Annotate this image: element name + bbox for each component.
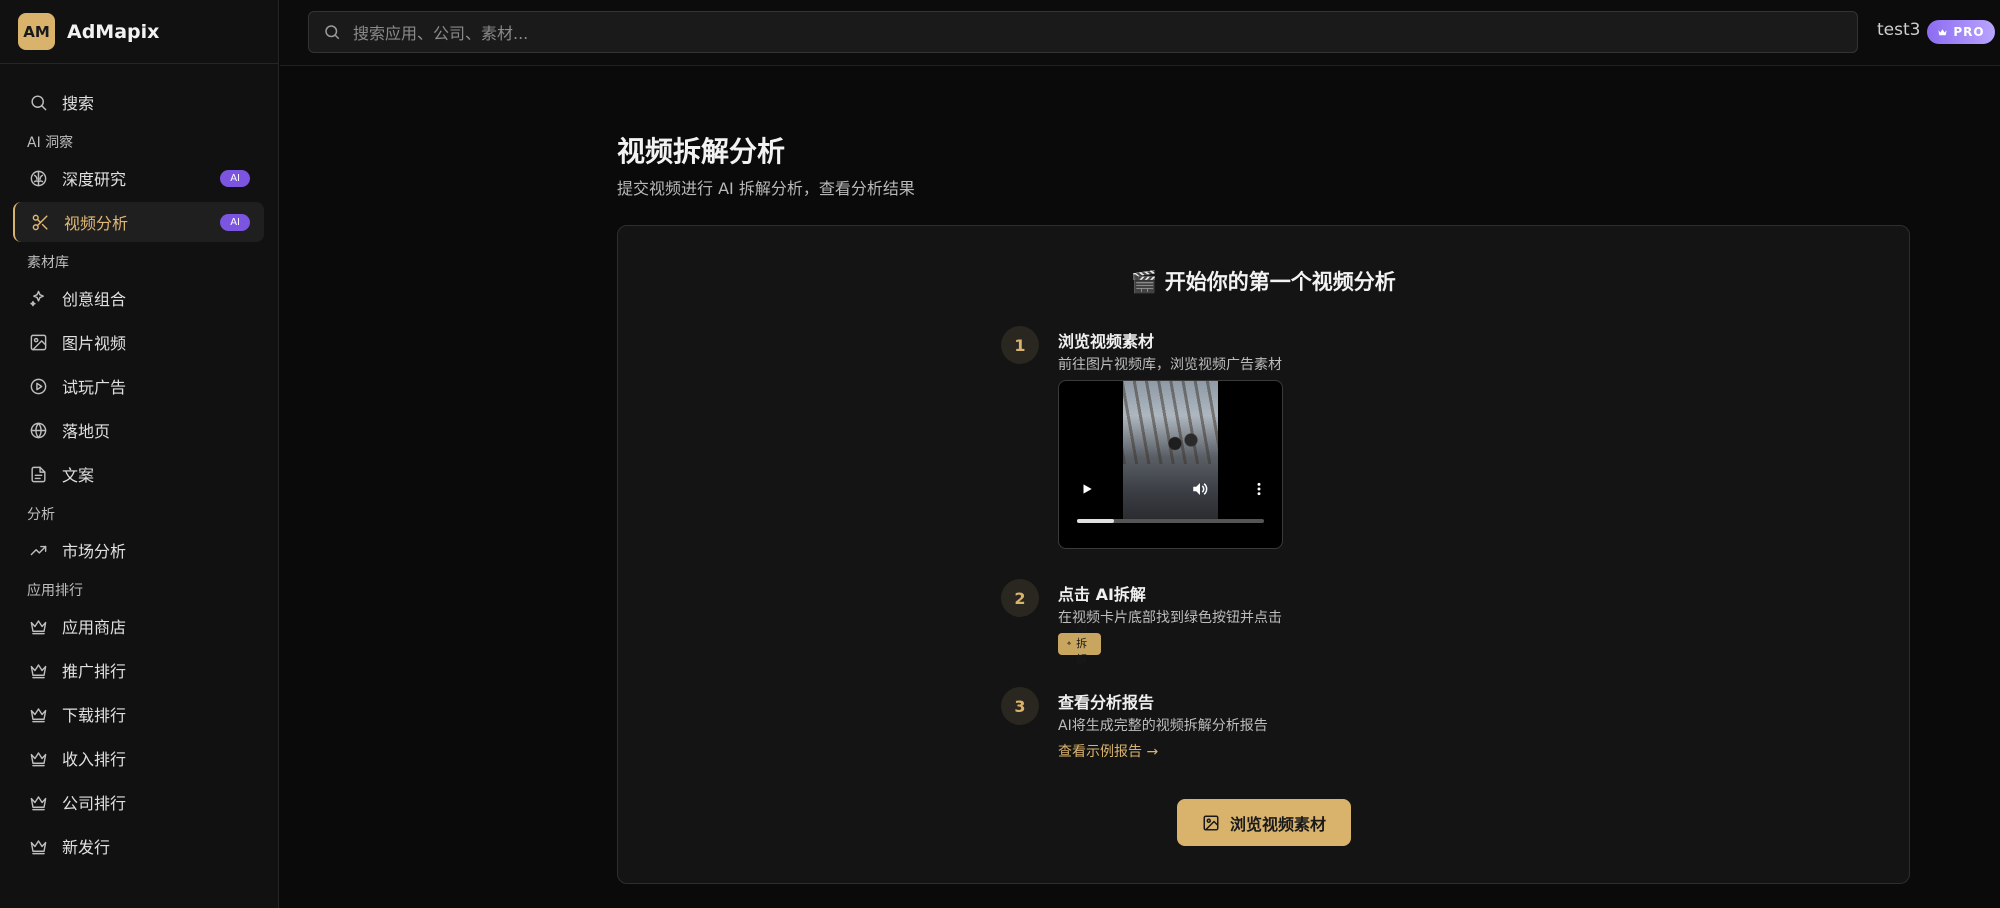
view-example-report-link[interactable]: 查看示例报告 → <box>1058 741 1158 761</box>
sidebar-item-market-analysis[interactable]: 市场分析 <box>13 530 264 570</box>
sidebar-item-label: 试玩广告 <box>62 378 127 397</box>
crown-icon <box>28 704 48 724</box>
image-icon <box>1203 815 1219 830</box>
video-progress-bar[interactable] <box>1077 519 1264 523</box>
username[interactable]: test3 <box>1877 20 1920 40</box>
crown-icon <box>28 748 48 768</box>
scissors-icon <box>30 212 50 232</box>
onboarding-card: 🎬 开始你的第一个视频分析 1 浏览视频素材 前往图片视频库，浏览视频广告素材 <box>617 225 1910 884</box>
crown-icon <box>28 792 48 812</box>
sidebar-item-label: 新发行 <box>62 838 111 857</box>
sidebar-item-label: 应用商店 <box>62 618 127 637</box>
ai-breakdown-tag: AI拆解 <box>1058 622 1101 666</box>
trending-up-icon <box>28 540 48 560</box>
brand[interactable]: AM AdMapix <box>0 0 278 64</box>
section-ai-insight: AI 洞察 <box>27 135 74 151</box>
step-title: 点击 AI拆解 <box>1058 585 1146 604</box>
sidebar-item-label: 落地页 <box>62 422 111 441</box>
sidebar-item-download-rank[interactable]: 下载排行 <box>13 694 264 734</box>
crown-icon <box>28 616 48 636</box>
crown-icon <box>28 836 48 856</box>
step-title: 查看分析报告 <box>1058 693 1155 712</box>
sidebar-item-deep-research[interactable]: 深度研究 AI <box>13 158 264 198</box>
sidebar-item-video-analysis[interactable]: 视频分析 AI <box>13 202 264 242</box>
brand-name: AdMapix <box>67 20 160 43</box>
sidebar-item-label: 创意组合 <box>62 290 127 309</box>
pro-badge[interactable]: PRO <box>1927 20 1995 44</box>
sidebar-item-company-rank[interactable]: 公司排行 <box>13 782 264 822</box>
sidebar-nav: 搜索 AI 洞察 深度研究 AI 视频分析 AI 素材库 创意组合 图片视频 试… <box>0 64 278 866</box>
sidebar-item-label: 推广排行 <box>62 662 127 681</box>
sparkles-icon <box>1066 641 1072 646</box>
crown-icon <box>1938 28 1947 35</box>
sidebar-item-new-release[interactable]: 新发行 <box>13 826 264 866</box>
sidebar: AM AdMapix 搜索 AI 洞察 深度研究 AI 视频分析 AI 素材库 … <box>0 0 279 908</box>
sidebar-item-label: 图片视频 <box>62 334 127 353</box>
search-icon <box>325 25 340 40</box>
ai-tag-label: AI拆解 <box>1076 621 1088 666</box>
page-subtitle: 提交视频进行 AI 拆解分析，查看分析结果 <box>617 179 915 198</box>
crown-icon <box>28 660 48 680</box>
section-ranking: 应用排行 <box>27 583 83 599</box>
pro-badge-label: PRO <box>1953 25 1985 39</box>
sidebar-item-label: 收入排行 <box>62 750 127 769</box>
sidebar-item-app-store[interactable]: 应用商店 <box>13 606 264 646</box>
global-search-input[interactable]: 搜索应用、公司、素材... <box>308 11 1858 53</box>
step-description: AI将生成完整的视频拆解分析报告 <box>1058 718 1268 734</box>
browse-video-button[interactable]: 浏览视频素材 <box>1177 799 1351 846</box>
sidebar-item-landing-page[interactable]: 落地页 <box>13 410 264 450</box>
search-icon <box>28 92 48 112</box>
card-title: 🎬 开始你的第一个视频分析 <box>1131 270 1396 294</box>
volume-icon[interactable] <box>1189 478 1211 500</box>
step-description: 前往图片视频库，浏览视频广告素材 <box>1058 357 1282 373</box>
more-options-icon[interactable] <box>1248 478 1270 500</box>
sidebar-item-image-video[interactable]: 图片视频 <box>13 322 264 362</box>
sidebar-item-copy[interactable]: 文案 <box>13 454 264 494</box>
step-number: 2 <box>1001 579 1039 617</box>
cta-label: 浏览视频素材 <box>1229 814 1326 834</box>
sidebar-item-label: 深度研究 <box>62 170 127 189</box>
sidebar-item-label: 搜索 <box>62 94 95 113</box>
document-icon <box>28 464 48 484</box>
play-circle-icon <box>28 376 48 396</box>
sparkles-icon <box>28 288 48 308</box>
section-analysis: 分析 <box>27 507 55 523</box>
video-player[interactable] <box>1058 380 1283 549</box>
video-progress-fill <box>1077 519 1115 523</box>
play-icon[interactable] <box>1076 478 1098 500</box>
brand-logo: AM <box>18 13 55 50</box>
sidebar-item-creative-combo[interactable]: 创意组合 <box>13 278 264 318</box>
brain-icon <box>28 168 48 188</box>
image-icon <box>28 332 48 352</box>
ai-badge: AI <box>220 214 250 231</box>
sidebar-item-search[interactable]: 搜索 <box>13 82 264 122</box>
step-title: 浏览视频素材 <box>1058 332 1155 351</box>
globe-icon <box>28 420 48 440</box>
sidebar-item-label: 文案 <box>62 466 95 485</box>
step-number: 3 <box>1001 687 1039 725</box>
topbar: 搜索应用、公司、素材... test3 PRO <box>280 0 2000 66</box>
search-placeholder: 搜索应用、公司、素材... <box>353 24 529 43</box>
sidebar-item-label: 下载排行 <box>62 706 127 725</box>
sidebar-item-revenue-rank[interactable]: 收入排行 <box>13 738 264 778</box>
ai-badge: AI <box>220 170 250 187</box>
section-library: 素材库 <box>27 255 69 271</box>
page-title: 视频拆解分析 <box>617 135 786 168</box>
sidebar-item-promo-rank[interactable]: 推广排行 <box>13 650 264 690</box>
sidebar-item-playable-ads[interactable]: 试玩广告 <box>13 366 264 406</box>
sidebar-item-label: 公司排行 <box>62 794 127 813</box>
sidebar-item-label: 市场分析 <box>62 542 127 561</box>
sidebar-item-label: 视频分析 <box>64 214 129 233</box>
step-number: 1 <box>1001 326 1039 364</box>
